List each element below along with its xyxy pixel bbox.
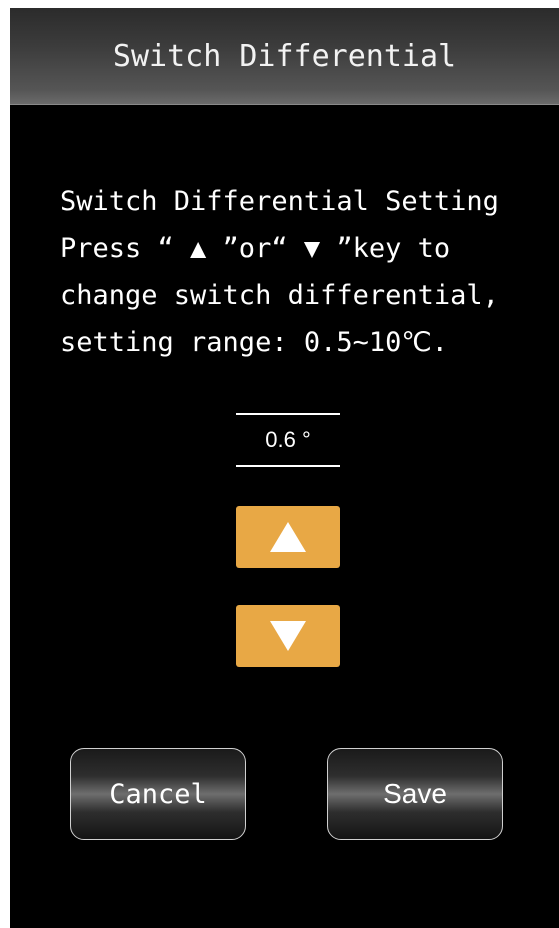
instruction-line-2: Press “ ▲ ”or“ ▼ ”key to xyxy=(60,233,451,264)
instruction-line-1: Switch Differential Setting xyxy=(60,186,499,217)
instruction-line-4: setting range: 0.5~10℃. xyxy=(60,327,448,358)
page-title: Switch Differential xyxy=(112,38,457,74)
triangle-down-icon xyxy=(270,621,306,651)
instruction-text: Switch Differential Setting Press “ ▲ ”o… xyxy=(60,178,559,366)
differential-value: 0.6 ° xyxy=(265,427,311,452)
save-button-label: Save xyxy=(383,778,447,809)
instruction-line-3: change switch differential, xyxy=(60,280,499,311)
cancel-button[interactable]: Cancel xyxy=(70,748,246,840)
increase-button[interactable] xyxy=(236,506,340,568)
cancel-button-label: Cancel xyxy=(109,778,207,810)
decrease-button[interactable] xyxy=(236,605,340,667)
save-button[interactable]: Save xyxy=(327,748,503,840)
triangle-up-icon xyxy=(270,522,306,552)
device-screen: Switch Differential Switch Differential … xyxy=(10,8,559,928)
differential-value-display: 0.6 ° xyxy=(236,413,340,467)
header-bar: Switch Differential xyxy=(10,8,559,105)
